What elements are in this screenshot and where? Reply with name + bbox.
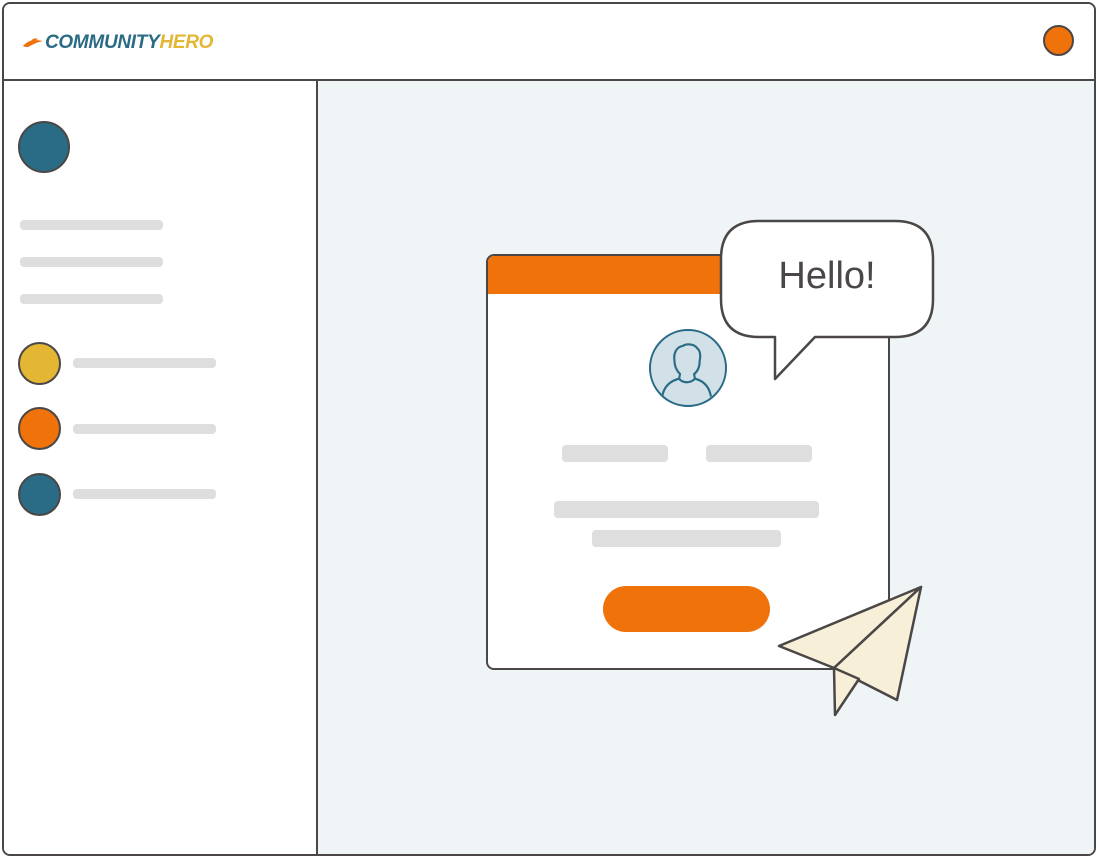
bird-swoosh-icon xyxy=(23,38,43,47)
logo-text-hero: HERO xyxy=(159,32,214,53)
sidebar-item-label xyxy=(73,424,216,434)
speech-bubble: Hello! xyxy=(719,219,935,384)
sidebar-avatar[interactable] xyxy=(18,121,70,173)
card-name-line xyxy=(562,445,668,462)
sidebar-placeholder-line xyxy=(20,257,163,267)
circle-icon xyxy=(18,342,61,385)
profile-avatar-button[interactable] xyxy=(1043,25,1074,56)
app-window: COMMUNITY HERO Hello! xyxy=(2,2,1096,856)
top-header: COMMUNITY HERO xyxy=(4,4,1094,81)
speech-bubble-text: Hello! xyxy=(778,255,876,297)
sidebar-placeholder-line xyxy=(20,220,163,230)
card-text-line xyxy=(592,530,781,547)
sidebar-item-label xyxy=(73,358,216,368)
sidebar xyxy=(4,81,318,854)
sidebar-item-label xyxy=(73,489,216,499)
circle-icon xyxy=(18,407,61,450)
circle-icon xyxy=(18,473,61,516)
paper-plane-icon xyxy=(777,585,923,717)
brand-logo[interactable]: COMMUNITY HERO xyxy=(22,30,213,56)
card-name-line xyxy=(706,445,812,462)
main-content: Hello! xyxy=(318,81,1094,854)
card-action-button[interactable] xyxy=(603,586,770,632)
user-silhouette-icon xyxy=(649,329,727,407)
card-text-line xyxy=(554,501,819,518)
logo-text-community: COMMUNITY xyxy=(45,32,160,53)
sidebar-placeholder-line xyxy=(20,294,163,304)
